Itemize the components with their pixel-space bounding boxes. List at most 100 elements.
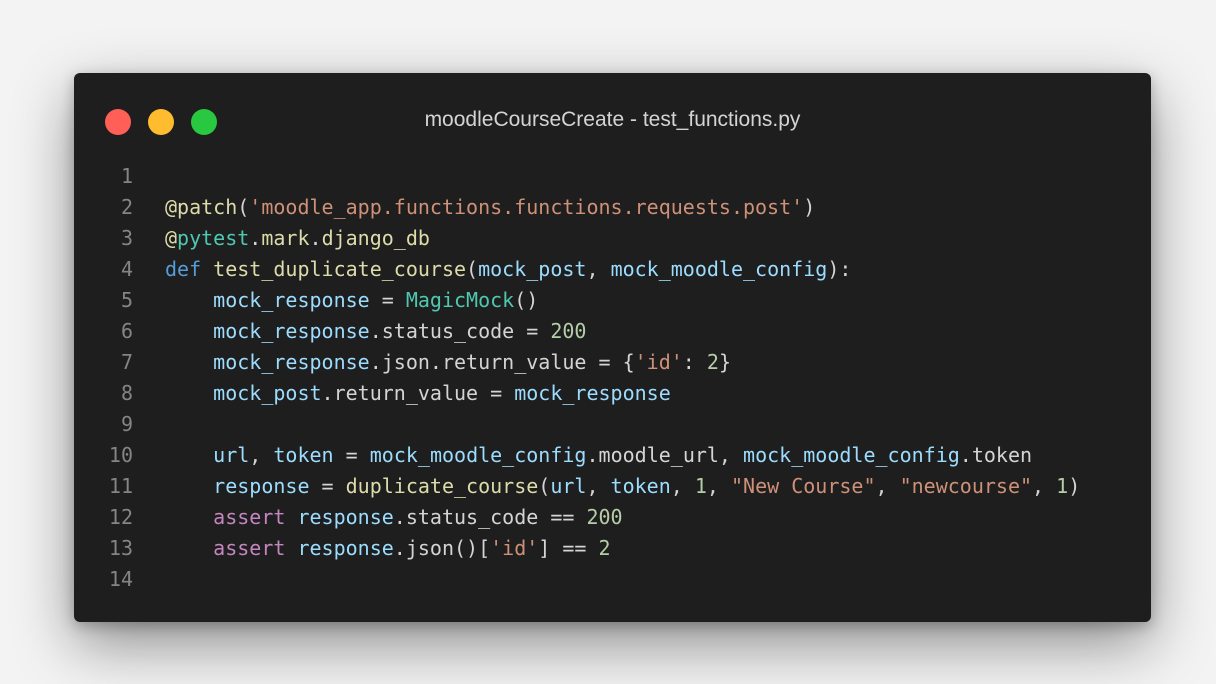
code-token: mock_response [213, 288, 370, 312]
line-number: 11 [108, 474, 133, 498]
code-line: 12 assert response.status_code == 200 [74, 502, 1151, 533]
code-text: assert response.json()['id'] == 2 [165, 533, 611, 564]
code-editor: 1 2 @patch('moodle_app.functions.functions… [74, 161, 1151, 595]
code-line: 10 url, token = mock_moodle_config.moodl… [74, 440, 1151, 471]
code-token: . [309, 226, 322, 250]
code-token: mark [261, 226, 310, 250]
code-text: url, token = mock_moodle_config.moodle_u… [165, 440, 1032, 471]
code-line: 14 [74, 564, 1151, 595]
code-token: test_duplicate_course [213, 257, 467, 281]
code-token: token [610, 474, 671, 498]
code-text: mock_response.json.return_value = {'id':… [165, 347, 731, 378]
line-number: 1 [120, 164, 133, 188]
code-token: 'moodle_app.functions.functions.requests… [249, 195, 804, 219]
code-text: @patch('moodle_app.functions.functions.r… [165, 192, 815, 223]
code-token: response [297, 536, 394, 560]
window-title: moodleCourseCreate - test_functions.py [424, 108, 801, 131]
code-token: 200 [586, 505, 623, 529]
line-number: 13 [108, 536, 133, 560]
code-token: assert [213, 536, 286, 560]
code-token: 2 [706, 350, 719, 374]
code-token: .json.return_value = { [369, 350, 635, 374]
line-number: 10 [108, 443, 133, 467]
code-text: def test_duplicate_course(mock_post, moc… [165, 254, 851, 285]
code-token: "newcourse" [899, 474, 1033, 498]
code-token: } [718, 350, 731, 374]
code-text: mock_response = MagicMock() [165, 285, 538, 316]
code-token: .json()[ [393, 536, 491, 560]
code-line: 13 assert response.json()['id'] == 2 [74, 533, 1151, 564]
code-token: 1 [1056, 474, 1069, 498]
line-number: 4 [120, 257, 133, 281]
code-token: .token [959, 443, 1033, 467]
code-token: = [369, 288, 406, 312]
code-text: @pytest.mark.django_db [165, 223, 430, 254]
code-line: 2 @patch('moodle_app.functions.functions.… [74, 192, 1151, 223]
line-number: 7 [120, 350, 133, 374]
line-number: 8 [120, 381, 133, 405]
code-token: ] == [538, 536, 599, 560]
code-token: 200 [550, 319, 587, 343]
code-token: mock_moodle_config [610, 257, 828, 281]
code-token: ( [466, 257, 479, 281]
code-line: 3 @pytest.mark.django_db [74, 223, 1151, 254]
code-line: 8 mock_post.return_value = mock_response [74, 378, 1151, 409]
code-text: assert response.status_code == 200 [165, 502, 623, 533]
code-line: 9 [74, 409, 1151, 440]
code-token: "New Course" [731, 474, 876, 498]
code-text: mock_post.return_value = mock_response [165, 378, 671, 409]
code-token: 1 [694, 474, 707, 498]
window-titlebar: moodleCourseCreate - test_functions.py [74, 73, 1151, 165]
code-line: 4 def test_duplicate_course(mock_post, mo… [74, 254, 1151, 285]
code-token: ( [538, 474, 551, 498]
code-text: response = duplicate_course(url, token, … [165, 471, 1080, 502]
code-line: 7 mock_response.json.return_value = {'id… [74, 347, 1151, 378]
code-token: 2 [598, 536, 611, 560]
code-token: .status_code = [369, 319, 551, 343]
code-token: mock_post [213, 381, 322, 405]
code-token: token [273, 443, 334, 467]
code-token: , [1032, 474, 1057, 498]
code-token: mock_moodle_config [369, 443, 587, 467]
code-token: , [586, 257, 611, 281]
code-line: 1 [74, 161, 1151, 192]
code-token: ) [1068, 474, 1081, 498]
screenshot-stage: moodleCourseCreate - test_functions.py 1… [0, 0, 1216, 684]
code-token: url [550, 474, 587, 498]
code-token: ): [827, 257, 852, 281]
line-number: 3 [120, 226, 133, 250]
code-token: mock_post [478, 257, 587, 281]
code-line: 11 response = duplicate_course(url, toke… [74, 471, 1151, 502]
code-token: ) [803, 195, 816, 219]
code-token: django_db [321, 226, 430, 250]
code-token: mock_response [213, 350, 370, 374]
code-token: response [213, 474, 310, 498]
line-number: 9 [120, 412, 133, 436]
code-token: 'id' [634, 350, 683, 374]
code-window: moodleCourseCreate - test_functions.py 1… [74, 73, 1151, 622]
line-number: 12 [108, 505, 133, 529]
code-token: response [297, 505, 394, 529]
code-token: @ [165, 226, 178, 250]
code-token: mock_moodle_config [743, 443, 960, 467]
line-number: 14 [108, 567, 133, 591]
code-token: 'id' [490, 536, 539, 560]
code-token: @patch [165, 195, 238, 219]
code-token: ( [237, 195, 250, 219]
code-token: : [682, 350, 707, 374]
code-token: , [670, 474, 695, 498]
code-line: 6 mock_response.status_code = 200 [74, 316, 1151, 347]
line-number: 6 [120, 319, 133, 343]
code-token: mock_response [213, 319, 370, 343]
code-token: def [165, 257, 202, 281]
code-token: mock_response [514, 381, 671, 405]
